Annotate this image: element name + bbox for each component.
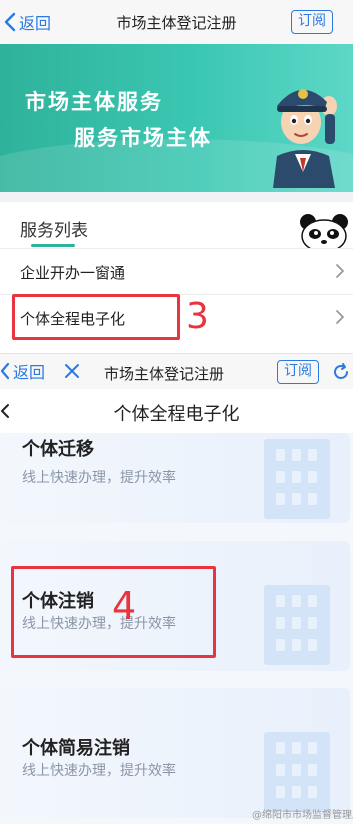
nav-title: 市场主体登记注册 bbox=[104, 365, 225, 383]
building-icon bbox=[264, 585, 330, 665]
page-header: 个体全程电子化 bbox=[0, 389, 353, 433]
highlight-box-step3 bbox=[12, 294, 180, 340]
card-subtitle: 线上快速办理，提升效率 bbox=[22, 763, 176, 779]
page-title: 个体全程电子化 bbox=[113, 404, 240, 425]
card-individual-migration[interactable]: 个体迁移 线上快速办理，提升效率 bbox=[2, 433, 350, 523]
second-nav: 返回 市场主体登记注册 订阅 bbox=[0, 353, 353, 389]
watermark: @绵阳市市场监督管理局 bbox=[252, 810, 353, 821]
banner-line-2: 服务市场主体 bbox=[74, 126, 212, 150]
building-icon bbox=[264, 439, 330, 519]
reload-icon[interactable] bbox=[331, 362, 351, 382]
police-mascot-icon bbox=[273, 89, 337, 188]
top-nav: 返回 市场主体登记注册 订阅 bbox=[0, 0, 353, 44]
step-number-3: 3 bbox=[186, 296, 209, 337]
tab-underline bbox=[31, 244, 75, 247]
close-icon[interactable] bbox=[63, 362, 81, 380]
service-list-title: 服务列表 bbox=[20, 221, 88, 241]
step-number-4: 4 bbox=[112, 584, 137, 628]
back-label: 返回 bbox=[13, 363, 46, 382]
chevron-right-icon bbox=[336, 310, 344, 324]
back-button[interactable]: 返回 bbox=[0, 360, 45, 382]
card-title: 个体迁移 bbox=[22, 439, 94, 460]
chevron-left-icon bbox=[0, 362, 10, 380]
card-subtitle: 线上快速办理，提升效率 bbox=[22, 470, 176, 486]
subscribe-button[interactable]: 订阅 bbox=[291, 10, 333, 34]
banner-line-1: 市场主体服务 bbox=[25, 90, 163, 114]
section-separator bbox=[0, 192, 353, 202]
hero-banner: 市场主体服务 服务市场主体 bbox=[0, 44, 353, 192]
card-individual-simple-deregistration[interactable]: 个体简易注销 线上快速办理，提升效率 bbox=[2, 688, 350, 818]
service-item-label: 企业开办一窗通 bbox=[20, 264, 126, 282]
card-title: 个体简易注销 bbox=[22, 738, 130, 759]
subscribe-button[interactable]: 订阅 bbox=[277, 360, 319, 384]
chevron-right-icon bbox=[336, 264, 344, 278]
panda-mascot-icon bbox=[300, 214, 348, 248]
service-item-enterprise[interactable]: 企业开办一窗通 bbox=[0, 248, 353, 294]
building-icon bbox=[264, 732, 330, 812]
service-list-header: 服务列表 bbox=[0, 202, 353, 248]
